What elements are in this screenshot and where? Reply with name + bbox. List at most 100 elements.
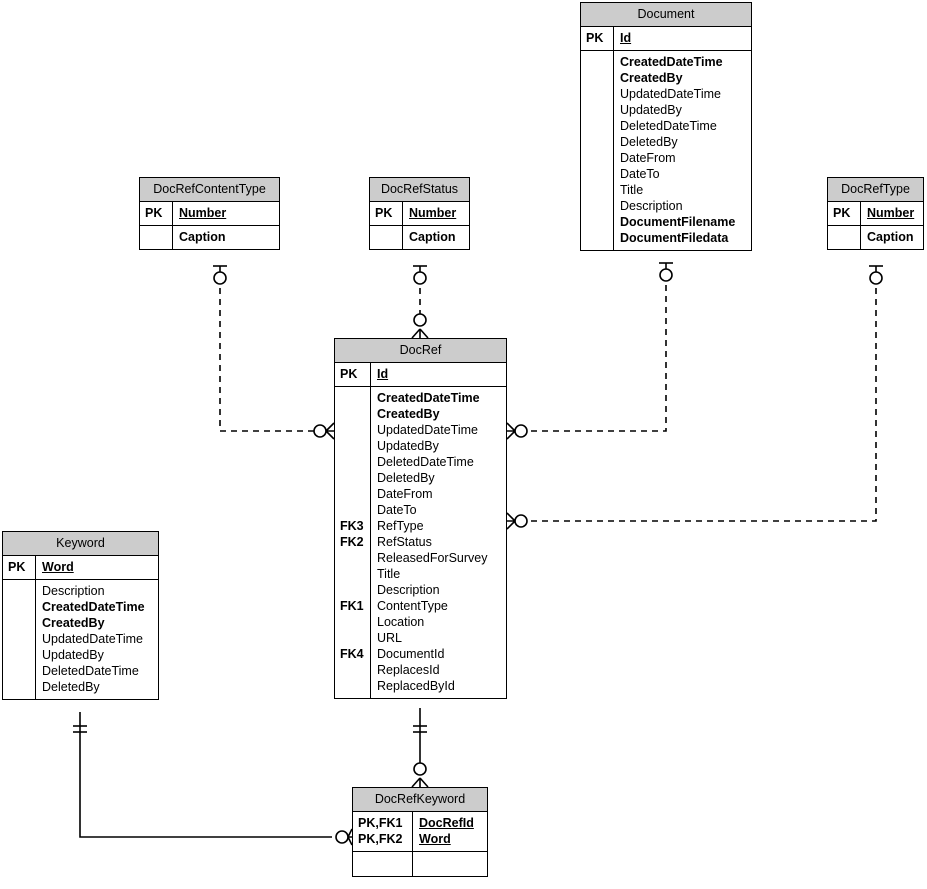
attribute-row: DeletedBy	[377, 471, 435, 485]
attribute-row: Location	[377, 615, 425, 629]
attribute-row: UpdatedBy	[377, 439, 439, 453]
relationship-contenttype-docref	[213, 265, 335, 440]
entity-docreftype[interactable]: DocRefType PK Number Caption	[827, 177, 924, 250]
attribute-row: UpdatedBy	[620, 103, 682, 117]
attr-key	[586, 54, 609, 70]
key-column-docref: PK	[335, 363, 371, 386]
attr-key	[340, 550, 366, 566]
key-attribute-column-docrefkeyword: DocRefId Word	[413, 812, 487, 851]
entity-key-section-docreftype: PK Number	[828, 202, 923, 225]
attribute-row: Word	[419, 832, 451, 846]
attr-key	[8, 631, 31, 647]
attribute-row: DocumentId	[377, 647, 445, 661]
entity-keyword[interactable]: Keyword PK Word Description CreatedDateT…	[2, 531, 159, 700]
relationship-docref-docrefkeyword	[411, 708, 429, 788]
attribute-row: DateFrom	[377, 487, 433, 501]
attr-key	[340, 630, 366, 646]
attribute-row: UpdatedBy	[42, 648, 104, 662]
attribute-key-column-keyword	[3, 580, 36, 699]
attr-key	[340, 566, 366, 582]
attribute-row: Caption	[409, 230, 456, 244]
attribute-row: Description	[377, 583, 440, 597]
attribute-column-docrefkeyword	[413, 852, 487, 876]
attr-key-fk2: FK2	[340, 535, 364, 549]
entity-docrefkeyword[interactable]: DocRefKeyword PK,FK1 PK,FK2 DocRefId Wor…	[352, 787, 488, 877]
attr-key	[586, 198, 609, 214]
attribute-row: CreatedBy	[42, 616, 105, 630]
attribute-column-keyword: Description CreatedDateTime CreatedBy Up…	[36, 580, 158, 699]
attribute-column-document: CreatedDateTime CreatedBy UpdatedDateTim…	[614, 51, 751, 250]
entity-attribute-section-docref: FK3 FK2 FK1 FK4 CreatedDateTime CreatedB…	[335, 386, 506, 698]
key-label-pk-fk2: PK,FK2	[358, 832, 403, 846]
attribute-key-column-document	[581, 51, 614, 250]
key-attribute-column-docref: Id	[371, 363, 506, 386]
entity-title-docrefstatus: DocRefStatus	[370, 178, 469, 202]
attribute-key-column-docrefcontenttype	[140, 226, 173, 249]
attribute-row: Word	[42, 560, 74, 574]
entity-key-section-docrefstatus: PK Number	[370, 202, 469, 225]
entity-title-docreftype: DocRefType	[828, 178, 923, 202]
attribute-row: ReplacesId	[377, 663, 440, 677]
entity-title-document: Document	[581, 3, 751, 27]
attribute-row: Number	[179, 206, 227, 220]
key-column-docreftype: PK	[828, 202, 861, 225]
relationship-status-docref	[411, 265, 429, 339]
attribute-row: DeletedDateTime	[620, 119, 717, 133]
key-label: PK	[375, 206, 393, 220]
relationship-keyword-docrefkeyword	[73, 712, 353, 846]
key-attribute-column-document: Id	[614, 27, 751, 50]
attribute-row: DeletedBy	[42, 680, 100, 694]
key-attribute-column-docrefcontenttype: Number	[173, 202, 279, 225]
attribute-row: Title	[620, 183, 644, 197]
entity-attribute-section-docrefkeyword	[353, 851, 487, 876]
attr-key	[340, 662, 366, 678]
attr-key	[340, 502, 366, 518]
attr-key	[586, 230, 609, 246]
attr-key-fk1: FK1	[340, 599, 364, 613]
key-label: PK	[586, 31, 604, 45]
key-label-pk-fk1: PK,FK1	[358, 816, 403, 830]
entity-attribute-section-docrefcontenttype: Caption	[140, 225, 279, 249]
attr-key	[340, 422, 366, 438]
key-attribute-column-docreftype: Number	[861, 202, 923, 225]
entity-key-section-docref: PK Id	[335, 363, 506, 386]
attr-key	[8, 599, 31, 615]
attribute-row: RefType	[377, 519, 424, 533]
attribute-row: DeletedDateTime	[42, 664, 139, 678]
attr-key	[340, 582, 366, 598]
attr-key	[375, 229, 398, 245]
attr-key	[8, 583, 31, 599]
attribute-key-column-docrefkeyword	[353, 852, 413, 876]
entity-docrefstatus[interactable]: DocRefStatus PK Number Caption	[369, 177, 470, 250]
entity-docrefcontenttype[interactable]: DocRefContentType PK Number Caption	[139, 177, 280, 250]
attribute-row: RefStatus	[377, 535, 432, 549]
attr-key	[586, 150, 609, 166]
key-attribute-column-docrefstatus: Number	[403, 202, 469, 225]
attr-key	[340, 470, 366, 486]
attr-key	[586, 166, 609, 182]
attr-key-fk4: FK4	[340, 647, 364, 661]
attribute-row: ReleasedForSurvey	[377, 551, 488, 565]
er-diagram-canvas: Document PK Id CreatedDateTime CreatedBy…	[0, 0, 927, 889]
key-column-keyword: PK	[3, 556, 36, 579]
key-attribute-column-keyword: Word	[36, 556, 158, 579]
attribute-row: CreatedDateTime	[620, 55, 723, 69]
attr-key	[8, 663, 31, 679]
entity-key-section-document: PK Id	[581, 27, 751, 50]
attr-key	[145, 229, 168, 245]
key-column-docrefstatus: PK	[370, 202, 403, 225]
key-label: PK	[145, 206, 163, 220]
attribute-row: CreatedDateTime	[42, 600, 145, 614]
entity-key-section-docrefcontenttype: PK Number	[140, 202, 279, 225]
attribute-row: Id	[377, 367, 389, 381]
entity-title-keyword: Keyword	[3, 532, 158, 556]
attribute-row: ContentType	[377, 599, 448, 613]
attribute-row: Description	[42, 584, 105, 598]
entity-title-docrefcontenttype: DocRefContentType	[140, 178, 279, 202]
attribute-row: Number	[867, 206, 915, 220]
entity-docref[interactable]: DocRef PK Id FK3 FK2 FK1 FK4 CreatedDate…	[334, 338, 507, 699]
entity-document[interactable]: Document PK Id CreatedDateTime CreatedBy…	[580, 2, 752, 251]
attr-key	[8, 615, 31, 631]
attr-key	[586, 86, 609, 102]
attribute-row: DateTo	[620, 167, 660, 181]
